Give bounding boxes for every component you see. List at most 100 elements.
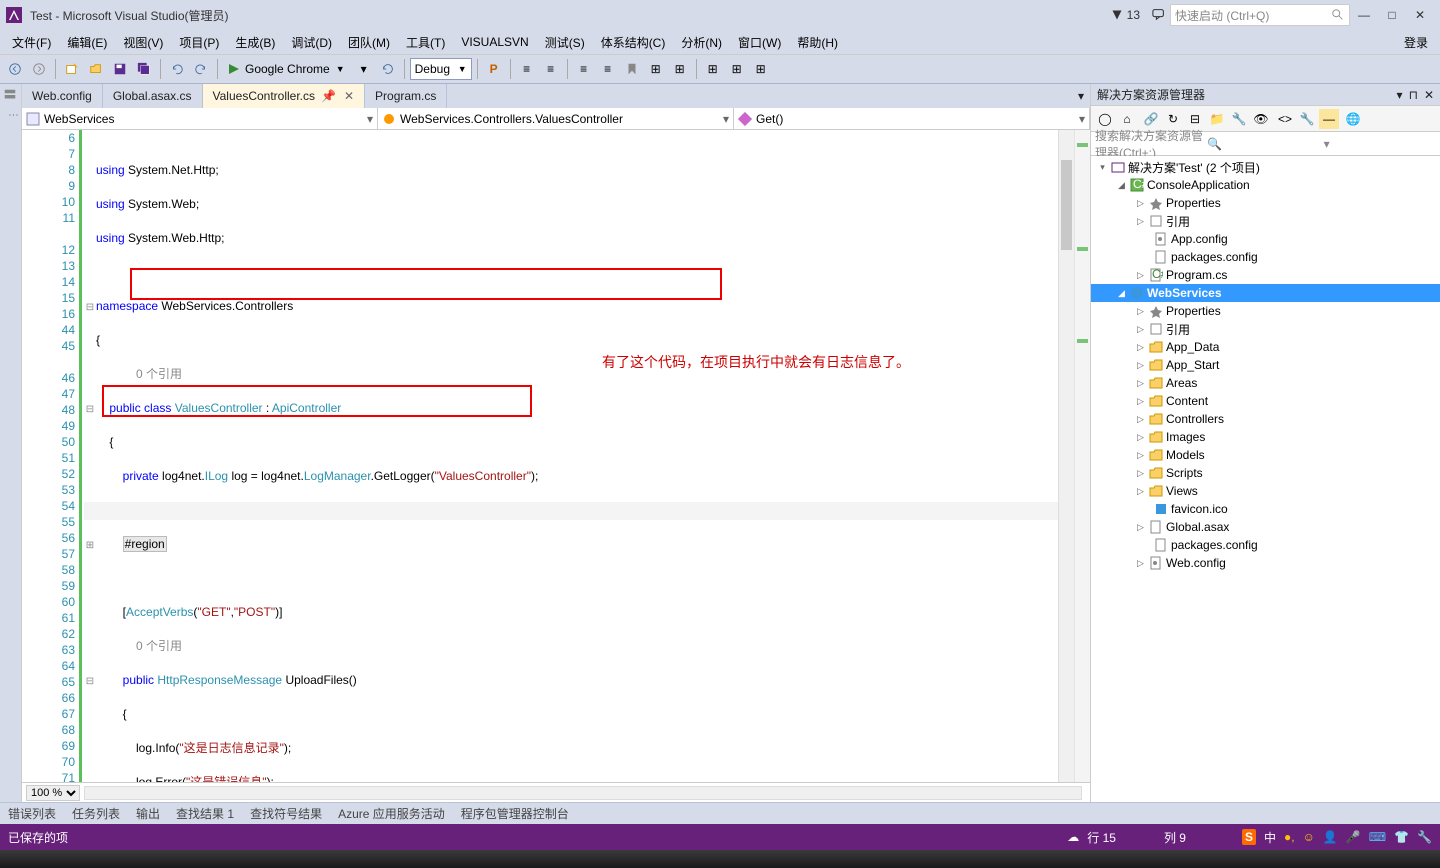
tb-4[interactable]: ⊞ [726,58,748,80]
nav-namespace[interactable]: WebServices ▾ [22,108,378,129]
nav-back[interactable] [4,58,26,80]
tab-program[interactable]: Program.cs [365,84,447,108]
menu-team[interactable]: 团队(M) [340,34,398,51]
tree-web-webconfig[interactable]: ▷Web.config [1091,554,1440,572]
menu-edit[interactable]: 编辑(E) [59,34,115,51]
save[interactable] [109,58,131,80]
tree-webservices[interactable]: ◢WebServices [1091,284,1440,302]
toolbox-icon[interactable]: ⋮ [3,110,19,126]
tray-7[interactable]: 🔧 [1417,830,1432,844]
menu-view[interactable]: 视图(V) [115,34,171,51]
home-icon[interactable]: ⌂ [1117,109,1137,129]
open-file[interactable] [85,58,107,80]
uncomment[interactable]: ≡ [597,58,619,80]
config-select[interactable]: Debug ▼ [410,58,472,80]
indent-left[interactable]: ≡ [516,58,538,80]
close-icon[interactable]: ✕ [344,89,354,103]
tree-web-content[interactable]: ▷Content [1091,392,1440,410]
close-icon[interactable]: ✕ [1424,88,1434,102]
tray-3[interactable]: 👤 [1323,830,1338,844]
tree-web-areas[interactable]: ▷Areas [1091,374,1440,392]
sign-in[interactable]: 登录 [1404,34,1436,51]
redo[interactable] [190,58,212,80]
menu-build[interactable]: 生成(B) [227,34,283,51]
menu-arch[interactable]: 体系结构(C) [593,34,674,51]
pin-icon[interactable]: ⊓ [1409,88,1418,102]
menu-window[interactable]: 窗口(W) [730,34,789,51]
tab-web-config[interactable]: Web.config [22,84,103,108]
quick-launch[interactable]: 快速启动 (Ctrl+Q) [1170,4,1350,26]
tree-web-global[interactable]: ▷Global.asax [1091,518,1440,536]
code-icon[interactable]: <> [1275,109,1295,129]
tree-web-scripts[interactable]: ▷Scripts [1091,464,1440,482]
tray-4[interactable]: 🎤 [1346,830,1361,844]
solution-tree[interactable]: ▾解决方案'Test' (2 个项目) ◢C#ConsoleApplicatio… [1091,156,1440,802]
server-explorer-icon[interactable] [3,88,19,104]
menu-debug[interactable]: 调试(D) [283,34,340,51]
menu-help[interactable]: 帮助(H) [789,34,846,51]
vertical-scrollbar[interactable] [1058,130,1074,782]
menu-visualsvn[interactable]: VISUALSVN [453,35,536,49]
nav-class[interactable]: WebServices.Controllers.ValuesController… [378,108,734,129]
comment[interactable]: ≡ [573,58,595,80]
tree-web-models[interactable]: ▷Models [1091,446,1440,464]
new-project[interactable] [61,58,83,80]
tree-web-appstart[interactable]: ▷App_Start [1091,356,1440,374]
btab-output[interactable]: 输出 [128,803,168,824]
collapse-icon[interactable]: ⊟ [1185,109,1205,129]
btab-errors[interactable]: 错误列表 [0,803,64,824]
tab-overflow[interactable]: ▾ [1072,84,1090,108]
tray-5[interactable]: ⌨ [1369,830,1386,844]
minimize-button[interactable]: — [1350,5,1378,25]
tree-console-properties[interactable]: ▷Properties [1091,194,1440,212]
refresh[interactable] [377,58,399,80]
tree-console-appconfig[interactable]: App.config [1091,230,1440,248]
ime-icon[interactable]: S [1242,829,1256,845]
tree-console-packages[interactable]: packages.config [1091,248,1440,266]
notifications[interactable]: 13 [1111,8,1140,22]
close-button[interactable]: ✕ [1406,5,1434,25]
btab-tasks[interactable]: 任务列表 [64,803,128,824]
code-content[interactable]: using System.Net.Http; using System.Web;… [82,130,1090,782]
preview-icon[interactable]: 👁 [1251,109,1271,129]
nav-member[interactable]: Get() ▾ [734,108,1090,129]
tray-6[interactable]: 👕 [1394,830,1409,844]
tray-2[interactable]: ☺ [1303,830,1315,844]
save-all[interactable] [133,58,155,80]
ime-lang[interactable]: 中 [1264,829,1276,846]
solution-header[interactable]: 解决方案资源管理器 ▾ ⊓ ✕ [1091,84,1440,106]
horizontal-scrollbar[interactable] [84,786,1082,800]
menu-test[interactable]: 测试(S) [537,34,593,51]
wrench-icon[interactable]: 🔧 [1297,109,1317,129]
feedback-icon[interactable] [1148,7,1170,24]
start-debug[interactable]: Google Chrome ▼ [223,62,351,76]
show-all-icon[interactable]: 📁 [1207,109,1227,129]
btab-findsym[interactable]: 查找符号结果 [242,803,330,824]
scroll-map[interactable] [1074,130,1090,782]
tray-1[interactable]: ●, [1284,830,1295,844]
nav-fwd[interactable] [28,58,50,80]
dropdown-icon[interactable]: ▾ [1397,88,1403,102]
tree-web-properties[interactable]: ▷Properties [1091,302,1440,320]
menu-analyze[interactable]: 分析(N) [673,34,730,51]
maximize-button[interactable]: □ [1378,5,1406,25]
btab-pkgmgr[interactable]: 程序包管理器控制台 [453,803,577,824]
tree-console-program[interactable]: ▷C#Program.cs [1091,266,1440,284]
status-pub[interactable]: ☁ [1067,830,1079,844]
undo[interactable] [166,58,188,80]
menu-project[interactable]: 项目(P) [171,34,227,51]
browser-menu[interactable]: ▾ [353,58,375,80]
tb-1[interactable]: ⊞ [645,58,667,80]
tree-web-appdata[interactable]: ▷App_Data [1091,338,1440,356]
tree-console[interactable]: ◢C#ConsoleApplication [1091,176,1440,194]
bookmark[interactable] [621,58,643,80]
taskbar[interactable] [0,850,1440,868]
p-icon[interactable]: P [483,58,505,80]
tb-3[interactable]: ⊞ [702,58,724,80]
tab-global-asax[interactable]: Global.asax.cs [103,84,203,108]
solution-search[interactable]: 搜索解决方案资源管理器(Ctrl+;) 🔍 ▾ [1091,132,1440,156]
tb-2[interactable]: ⊞ [669,58,691,80]
refresh-icon[interactable]: ↻ [1163,109,1183,129]
code-editor[interactable]: 67891011 12131415164445 4647484950515253… [22,130,1090,782]
properties-icon[interactable]: 🔧 [1229,109,1249,129]
